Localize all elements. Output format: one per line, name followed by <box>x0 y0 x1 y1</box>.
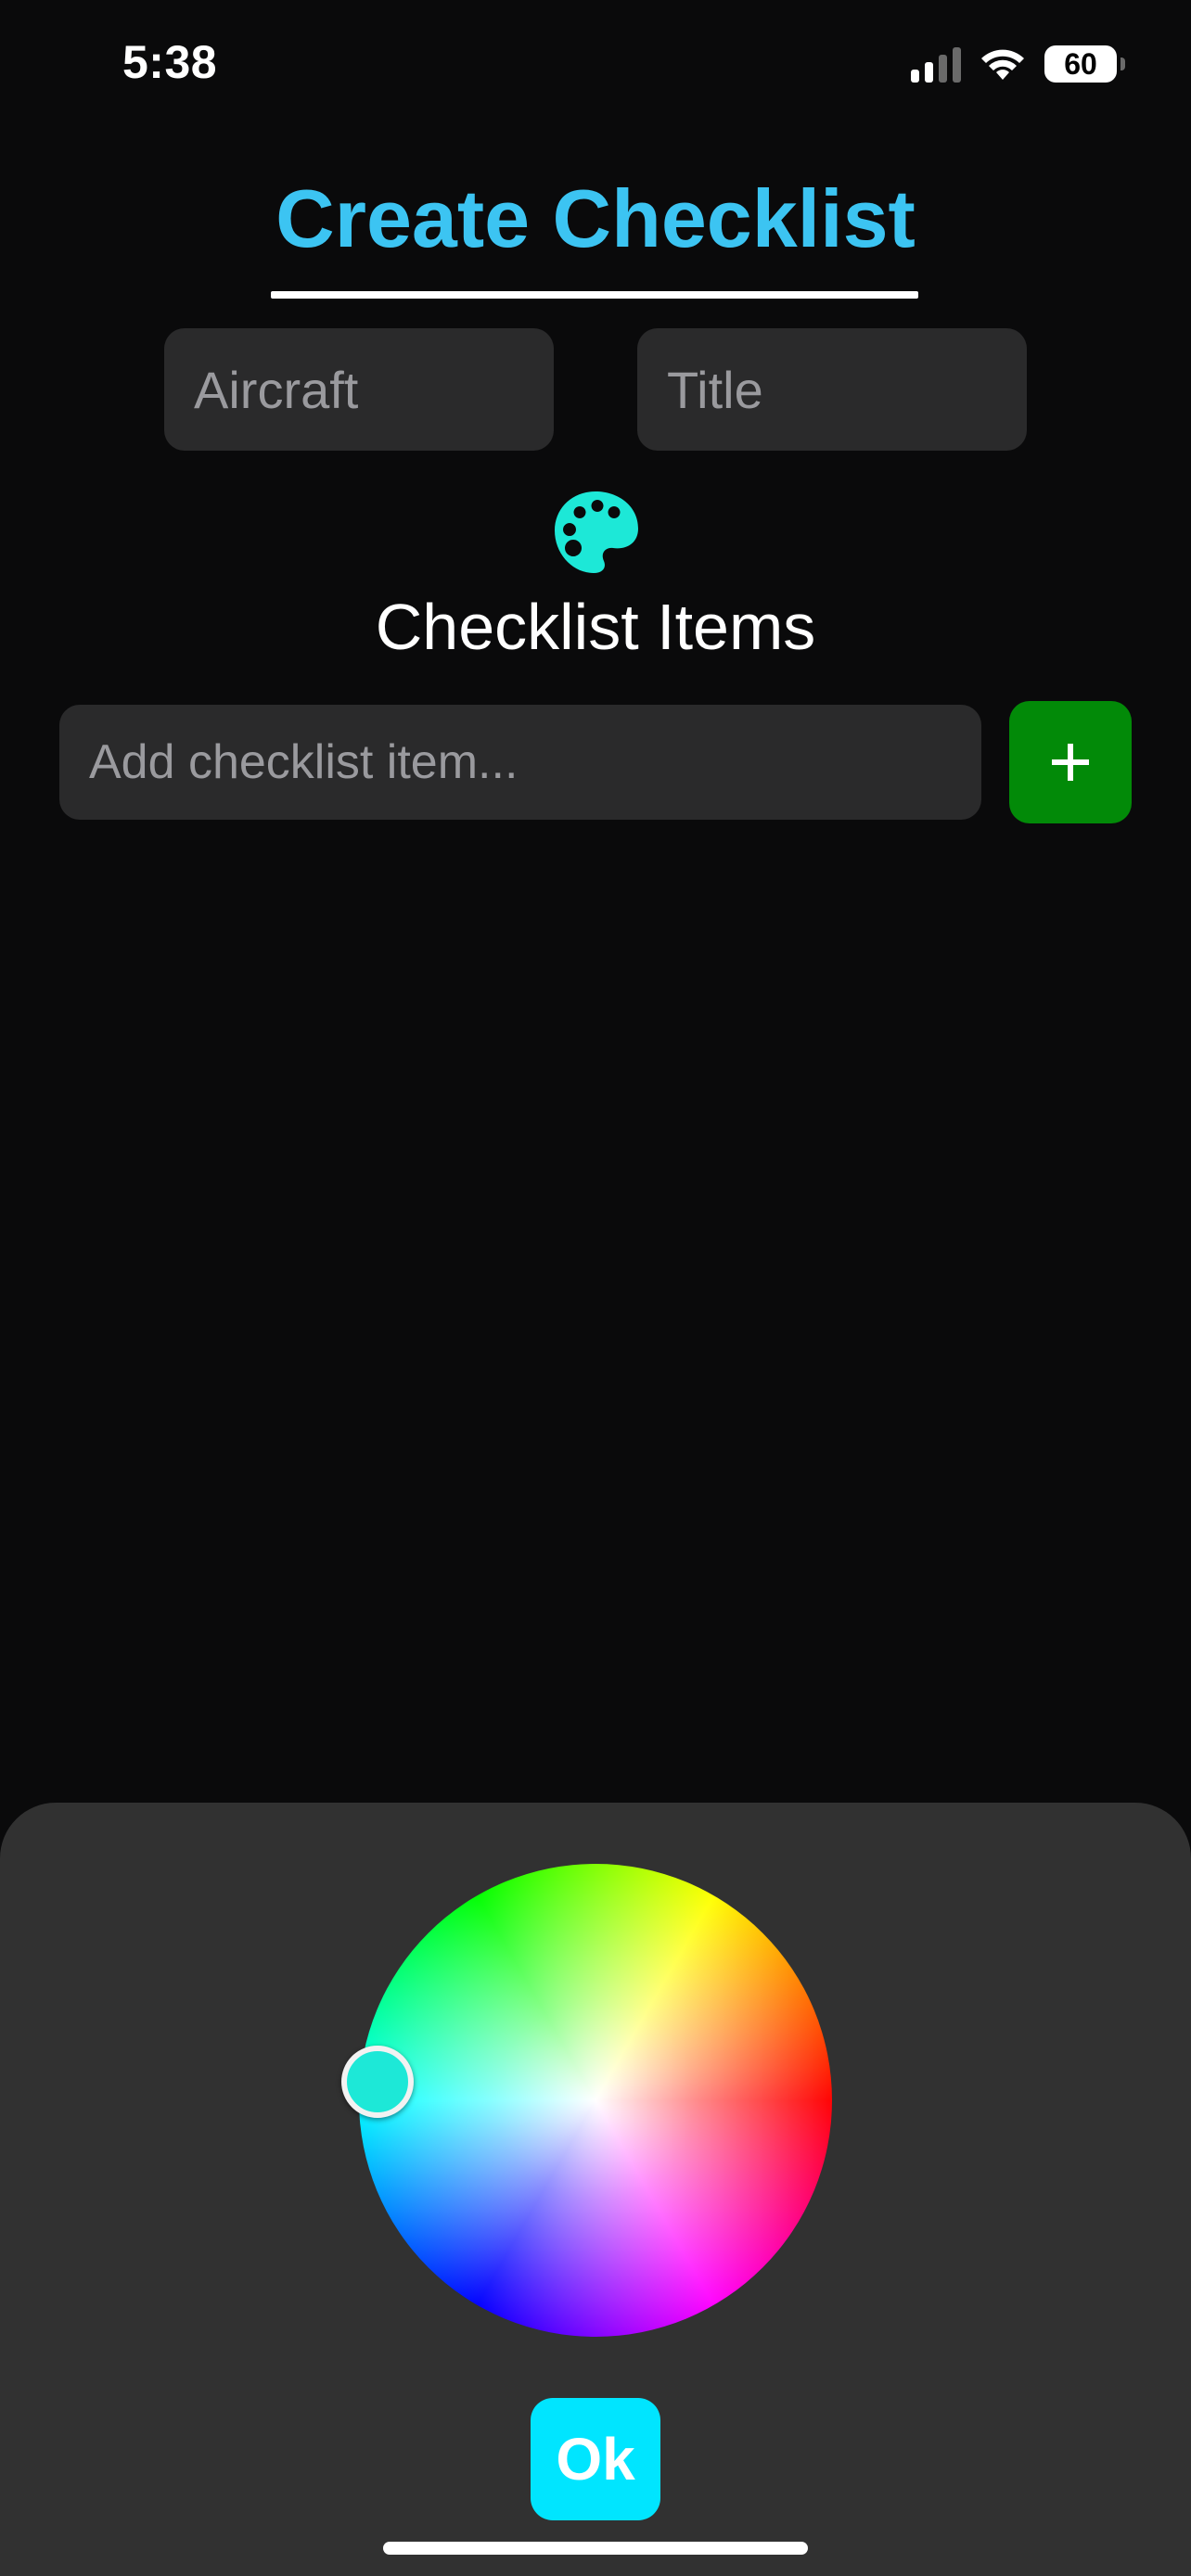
add-item-input[interactable] <box>89 734 952 790</box>
page-title: Create Checklist <box>275 172 916 264</box>
status-indicators: 60 <box>911 43 1125 85</box>
title-field[interactable] <box>637 328 1027 451</box>
title-input[interactable] <box>667 359 997 420</box>
title-underline <box>271 291 918 299</box>
wifi-icon <box>981 49 1024 80</box>
palette-icon[interactable] <box>549 488 642 580</box>
plus-icon <box>1052 744 1089 781</box>
section-label: Checklist Items <box>375 591 816 663</box>
battery-icon: 60 <box>1044 45 1125 83</box>
aircraft-input[interactable] <box>194 359 524 420</box>
ok-button[interactable]: Ok <box>531 2398 660 2520</box>
status-time: 5:38 <box>122 36 218 88</box>
add-item-field[interactable] <box>59 705 981 820</box>
color-wheel-knob[interactable] <box>341 2046 414 2118</box>
color-wheel[interactable] <box>359 1864 832 2337</box>
battery-level: 60 <box>1064 46 1097 81</box>
cellular-signal-icon <box>911 45 961 83</box>
color-picker-sheet: Ok <box>0 1803 1191 2576</box>
color-wheel-saturation <box>359 1864 832 2337</box>
home-indicator <box>383 2542 808 2555</box>
aircraft-field[interactable] <box>164 328 554 451</box>
ok-button-label: Ok <box>556 2426 635 2493</box>
add-item-button[interactable] <box>1009 701 1132 823</box>
